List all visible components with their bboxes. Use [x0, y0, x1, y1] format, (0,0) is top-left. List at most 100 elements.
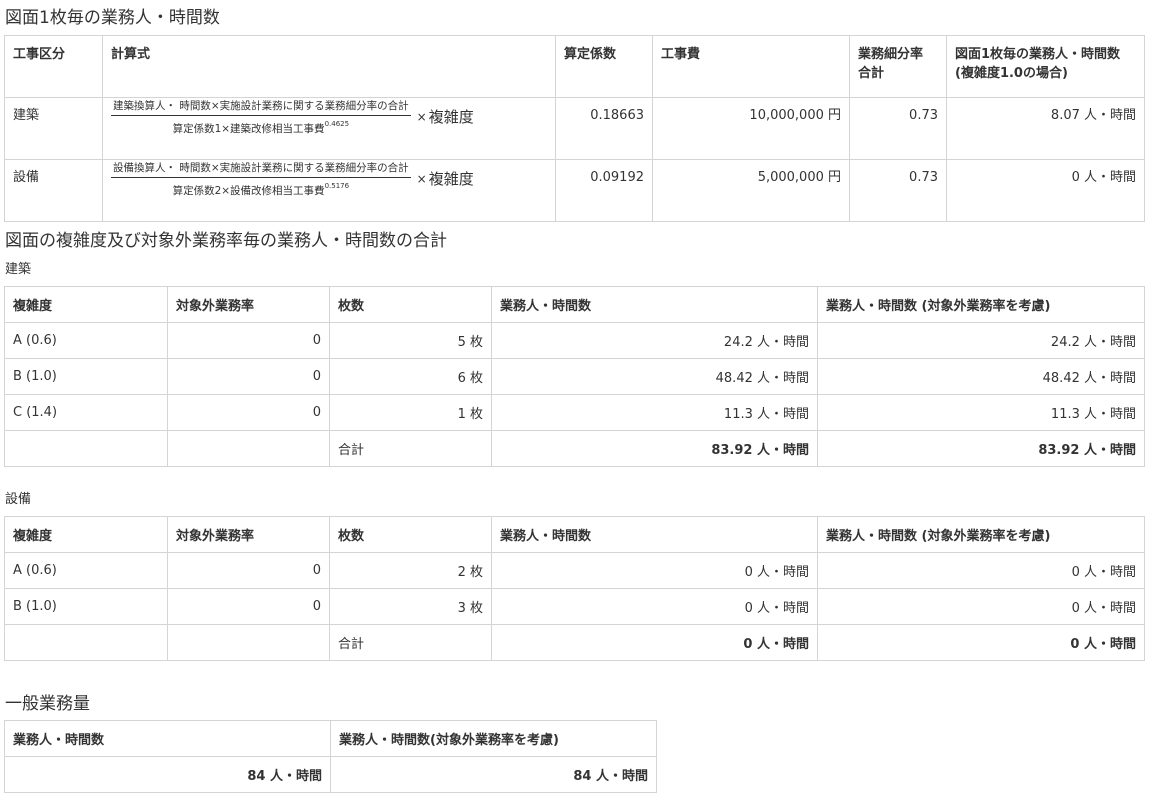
times-symbol: × [416, 172, 427, 186]
total-label: 合計 [329, 430, 492, 467]
empty-cell [167, 430, 330, 467]
table-row: B (1.0) 0 6 枚 48.42 人・時間 48.42 人・時間 [4, 358, 1145, 395]
formula-exponent: 0.4625 [324, 120, 350, 128]
coefficient-cell: 0.09192 [555, 159, 653, 222]
header-sheets: 枚数 [329, 516, 492, 553]
header-hours: 業務人・時間数 [491, 516, 818, 553]
hours-adjusted-cell: 0 人・時間 [817, 588, 1145, 625]
hours-adjusted-cell: 48.42 人・時間 [817, 358, 1145, 395]
total-label: 合計 [329, 624, 492, 661]
total-hours-adjusted-cell: 0 人・時間 [817, 624, 1145, 661]
complexity-cell: A (0.6) [4, 552, 168, 589]
complexity-word: 複雑度 [428, 170, 474, 188]
header-category: 工事区分 [4, 35, 103, 98]
header-excluded-rate: 対象外業務率 [167, 286, 330, 323]
total-hours-cell: 0 人・時間 [491, 624, 818, 661]
setsubi-table: 複雑度 対象外業務率 枚数 業務人・時間数 業務人・時間数 (対象外業務率を考慮… [4, 516, 1145, 661]
table-row: 建築 建築換算人・ 時間数×実施設計業務に関する業務細分率の合計 算定係数1×建… [4, 97, 1145, 160]
denominator-text: 算定係数2×設備改修相当工事費 [172, 185, 325, 197]
times-symbol: × [416, 110, 427, 124]
header-hours: 業務人・時間数 [491, 286, 818, 323]
section-title-general-workload: 一般業務量 [5, 694, 90, 714]
rate-cell: 0.73 [849, 97, 947, 160]
formula-numerator: 建築換算人・ 時間数×実施設計業務に関する業務細分率の合計 [111, 99, 411, 116]
total-row: 合計 83.92 人・時間 83.92 人・時間 [4, 430, 1145, 467]
header-complexity: 複雑度 [4, 516, 168, 553]
kenchiku-table: 複雑度 対象外業務率 枚数 業務人・時間数 業務人・時間数 (対象外業務率を考慮… [4, 286, 1145, 467]
category-cell: 設備 [4, 159, 103, 222]
hours-cell: 0 人・時間 [491, 588, 818, 625]
header-hours-line1: 図面1枚毎の業務人・時間数 [955, 47, 1121, 62]
coefficient-cell: 0.18663 [555, 97, 653, 160]
hours-cell: 11.3 人・時間 [491, 394, 818, 431]
table-row: A (0.6) 0 2 枚 0 人・時間 0 人・時間 [4, 552, 1145, 589]
header-hours-adjusted: 業務人・時間数 (対象外業務率を考慮) [817, 286, 1145, 323]
complexity-cell: A (0.6) [4, 322, 168, 359]
hours-adjusted-cell: 11.3 人・時間 [817, 394, 1145, 431]
table-row: C (1.4) 0 1 枚 11.3 人・時間 11.3 人・時間 [4, 394, 1145, 431]
hours-cell: 0 人・時間 [946, 159, 1145, 222]
complexity-cell: B (1.0) [4, 358, 168, 395]
header-cost: 工事費 [652, 35, 850, 98]
header-excluded-rate: 対象外業務率 [167, 516, 330, 553]
header-rate-total: 業務細分率 合計 [849, 35, 947, 98]
formula-exponent: 0.5176 [324, 182, 350, 190]
header-hours: 業務人・時間数 [4, 720, 331, 757]
hours-cell: 24.2 人・時間 [491, 322, 818, 359]
header-coefficient: 算定係数 [555, 35, 653, 98]
total-row: 合計 0 人・時間 0 人・時間 [4, 624, 1145, 661]
total-hours-adjusted-cell: 83.92 人・時間 [817, 430, 1145, 467]
sheets-cell: 6 枚 [329, 358, 492, 395]
section-title-complexity-totals: 図面の複雑度及び対象外業務率毎の業務人・時間数の合計 [5, 231, 447, 251]
formula-cell: 設備換算人・ 時間数×実施設計業務に関する業務細分率の合計 算定係数2×設備改修… [102, 159, 556, 222]
per-drawing-table: 工事区分 計算式 算定係数 工事費 業務細分率合計 図面1枚毎の業務人・時間数 (… [4, 35, 1145, 222]
complexity-cell: C (1.4) [4, 394, 168, 431]
header-rate-line1: 業務細分率 [858, 47, 924, 62]
sheets-cell: 5 枚 [329, 322, 492, 359]
total-hours-cell: 83.92 人・時間 [491, 430, 818, 467]
formula-denominator: 算定係数1×建築改修相当工事費0.4625 [173, 116, 349, 136]
empty-cell [167, 624, 330, 661]
header-rate-line2: 合計 [858, 66, 885, 81]
table-header-row: 業務人・時間数 業務人・時間数(対象外業務率を考慮) [4, 720, 657, 757]
complexity-word: 複雑度 [428, 108, 474, 126]
header-hours-adjusted: 業務人・時間数 (対象外業務率を考慮) [817, 516, 1145, 553]
empty-cell [4, 430, 168, 467]
subsection-label-kenchiku: 建築 [5, 262, 32, 277]
general-workload-table: 業務人・時間数 業務人・時間数(対象外業務率を考慮) 84 人・時間 84 人・… [4, 720, 657, 793]
empty-cell [4, 624, 168, 661]
formula-numerator: 設備換算人・ 時間数×実施設計業務に関する業務細分率の合計 [111, 161, 411, 178]
header-complexity: 複雑度 [4, 286, 168, 323]
hours-cell: 8.07 人・時間 [946, 97, 1145, 160]
table-row: A (0.6) 0 5 枚 24.2 人・時間 24.2 人・時間 [4, 322, 1145, 359]
denominator-text: 算定係数1×建築改修相当工事費 [172, 123, 325, 135]
excluded-rate-cell: 0 [167, 552, 330, 589]
excluded-rate-cell: 0 [167, 358, 330, 395]
excluded-rate-cell: 0 [167, 588, 330, 625]
hours-cell: 0 人・時間 [491, 552, 818, 589]
header-hours-adjusted: 業務人・時間数(対象外業務率を考慮) [330, 720, 657, 757]
formula-denominator: 算定係数2×設備改修相当工事費0.5176 [173, 178, 349, 198]
sheets-cell: 3 枚 [329, 588, 492, 625]
excluded-rate-cell: 0 [167, 394, 330, 431]
header-sheets: 枚数 [329, 286, 492, 323]
formula-cell: 建築換算人・ 時間数×実施設計業務に関する業務細分率の合計 算定係数1×建築改修… [102, 97, 556, 160]
hours-cell: 48.42 人・時間 [491, 358, 818, 395]
category-cell: 建築 [4, 97, 103, 160]
table-row: 84 人・時間 84 人・時間 [4, 756, 657, 793]
table-row: 設備 設備換算人・ 時間数×実施設計業務に関する業務細分率の合計 算定係数2×設… [4, 159, 1145, 222]
subsection-label-setsubi: 設備 [5, 492, 32, 507]
table-header-row: 複雑度 対象外業務率 枚数 業務人・時間数 業務人・時間数 (対象外業務率を考慮… [4, 286, 1145, 323]
section-title-per-drawing: 図面1枚毎の業務人・時間数 [5, 8, 220, 28]
header-formula: 計算式 [102, 35, 556, 98]
sheets-cell: 2 枚 [329, 552, 492, 589]
formula-fraction: 設備換算人・ 時間数×実施設計業務に関する業務細分率の合計 算定係数2×設備改修… [111, 161, 411, 198]
header-hours-line2: (複雑度1.0の場合) [955, 66, 1068, 81]
hours-adjusted-cell: 84 人・時間 [330, 756, 657, 793]
sheets-cell: 1 枚 [329, 394, 492, 431]
table-header-row: 工事区分 計算式 算定係数 工事費 業務細分率合計 図面1枚毎の業務人・時間数 (… [4, 35, 1145, 98]
formula-fraction: 建築換算人・ 時間数×実施設計業務に関する業務細分率の合計 算定係数1×建築改修… [111, 99, 411, 136]
table-header-row: 複雑度 対象外業務率 枚数 業務人・時間数 業務人・時間数 (対象外業務率を考慮… [4, 516, 1145, 553]
rate-cell: 0.73 [849, 159, 947, 222]
cost-cell: 5,000,000 円 [652, 159, 850, 222]
